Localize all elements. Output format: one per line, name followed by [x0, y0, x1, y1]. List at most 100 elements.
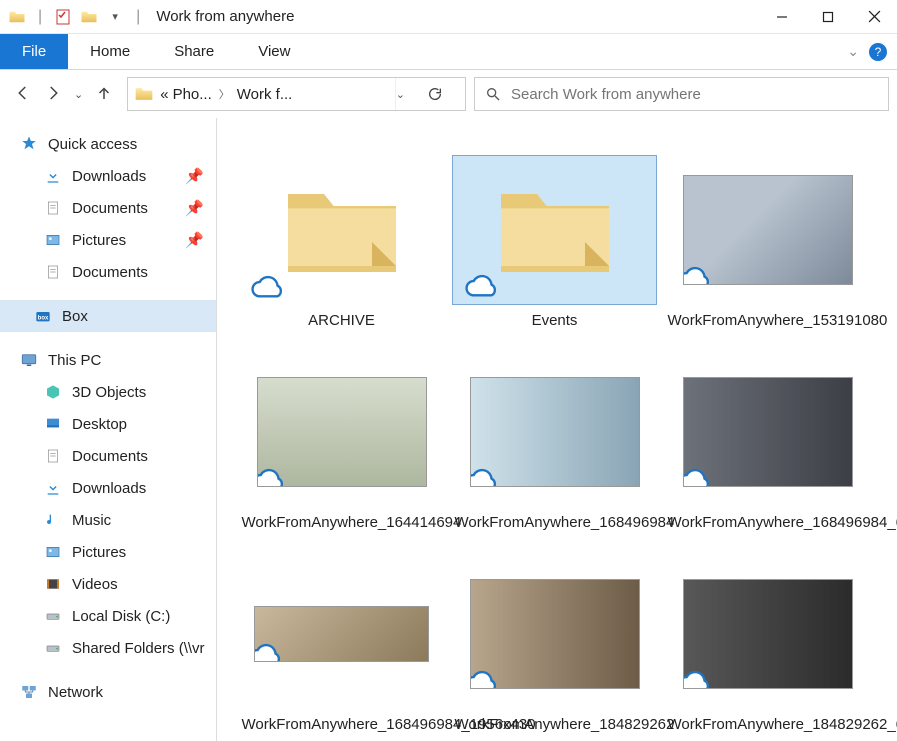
sidebar-item-label: Desktop [72, 416, 127, 433]
sidebar-item-label: Music [72, 512, 111, 529]
music-icon [44, 511, 62, 529]
folder-tile[interactable]: ARCHIVE [235, 132, 448, 334]
sidebar-item-downloads[interactable]: Downloads [0, 472, 216, 504]
maximize-button[interactable] [805, 0, 851, 34]
qat-customize-icon[interactable]: ▾ [104, 6, 126, 28]
cloud-overlay-icon [249, 275, 287, 301]
image-tile[interactable]: WorkFromAnywhere_164414694 [235, 334, 448, 536]
search-input[interactable] [511, 86, 878, 103]
image-tile[interactable]: WorkFromAnywhere_184829262_600x205 [661, 536, 874, 738]
thumbnail [665, 155, 870, 305]
sidebar-this-pc[interactable]: This PC [0, 344, 216, 376]
address-dropdown-icon[interactable]: ⌄ [396, 88, 405, 101]
cube-icon [44, 383, 62, 401]
tile-label: WorkFromAnywhere_168496984_1956x430 [242, 715, 442, 735]
cloud-overlay-icon [254, 643, 285, 662]
help-icon[interactable]: ? [869, 43, 887, 61]
thumbnail [239, 559, 444, 709]
sidebar-item-shared-folders[interactable]: Shared Folders (\\vr [0, 632, 216, 664]
svg-text:box: box [38, 315, 49, 321]
sidebar-item-downloads[interactable]: Downloads 📌 [0, 160, 216, 192]
sidebar-item-label: Downloads [72, 480, 146, 497]
sidebar-item-videos[interactable]: Videos [0, 568, 216, 600]
navigation-row: ⌄ « Pho... 〉 Work f... ⌄ [0, 70, 897, 118]
image-tile[interactable]: WorkFromAnywhere_168496984_1956x430 [235, 536, 448, 738]
network-drive-icon [44, 639, 62, 657]
qat-properties-icon[interactable] [52, 6, 74, 28]
tile-label: WorkFromAnywhere_184829262_600x205 [668, 715, 868, 735]
qat-new-folder-icon[interactable] [78, 6, 100, 28]
sidebar-quick-access[interactable]: Quick access [0, 128, 216, 160]
thumbnail [452, 357, 657, 507]
tile-label: ARCHIVE [308, 311, 375, 331]
sidebar-item-3d-objects[interactable]: 3D Objects [0, 376, 216, 408]
sidebar-item-label: Downloads [72, 168, 146, 185]
recent-locations-button[interactable]: ⌄ [74, 88, 83, 101]
cloud-overlay-icon [683, 468, 714, 487]
image-tile[interactable]: WorkFromAnywhere_168496984_600x205 [661, 334, 874, 536]
sidebar-item-music[interactable]: Music [0, 504, 216, 536]
crumb-current[interactable]: Work f... [237, 86, 293, 103]
crumb-overflow[interactable]: « [160, 86, 168, 103]
tab-home[interactable]: Home [68, 43, 152, 60]
image-tile[interactable]: WorkFromAnywhere_153191080 [661, 132, 874, 334]
image-tile[interactable]: WorkFromAnywhere_184829262 [448, 536, 661, 738]
window-controls [759, 0, 897, 34]
image-tile[interactable]: WorkFromAnywhere_168496984 [448, 334, 661, 536]
address-bar[interactable]: « Pho... 〉 Work f... ⌄ [127, 77, 466, 111]
sidebar-item-pictures[interactable]: Pictures 📌 [0, 224, 216, 256]
image-thumbnail [254, 606, 429, 662]
refresh-button[interactable] [415, 86, 455, 102]
sidebar-item-documents[interactable]: Documents 📌 [0, 192, 216, 224]
tile-label: WorkFromAnywhere_153191080 [668, 311, 868, 331]
title-bar: | ▾ | Work from anywhere [0, 0, 897, 34]
tile-label: WorkFromAnywhere_168496984_600x205 [668, 513, 868, 533]
chevron-right-icon[interactable]: 〉 [216, 86, 233, 102]
sidebar-item-label: Documents [72, 200, 148, 217]
sidebar-item-box[interactable]: box Box [0, 300, 216, 332]
box-icon: box [34, 307, 52, 325]
file-tab[interactable]: File [0, 34, 68, 69]
thumbnail [239, 155, 444, 305]
search-icon [485, 86, 501, 102]
cloud-overlay-icon [470, 468, 501, 487]
document-icon [44, 199, 62, 217]
back-button[interactable] [14, 84, 32, 105]
sidebar-item-documents[interactable]: Documents [0, 440, 216, 472]
sidebar-item-local-disk[interactable]: Local Disk (C:) [0, 600, 216, 632]
cloud-overlay-icon [683, 266, 714, 285]
folder-tile[interactable]: Events [448, 132, 661, 334]
tab-view[interactable]: View [236, 43, 312, 60]
nav-buttons: ⌄ [8, 84, 119, 105]
image-thumbnail [683, 377, 853, 487]
picture-icon [44, 231, 62, 249]
sidebar-item-label: Pictures [72, 544, 126, 561]
sidebar-item-pictures[interactable]: Pictures [0, 536, 216, 568]
pin-icon: 📌 [185, 199, 204, 217]
breadcrumbs: « Pho... 〉 Work f... [160, 86, 389, 103]
ribbon: File Home Share View ⌄ ? [0, 34, 897, 70]
main-area: Quick access Downloads 📌 Documents 📌 Pic… [0, 118, 897, 741]
tab-share[interactable]: Share [152, 43, 236, 60]
crumb[interactable]: Pho... [173, 86, 212, 103]
network-icon [20, 683, 38, 701]
separator: | [136, 8, 140, 26]
search-bar[interactable] [474, 77, 889, 111]
image-thumbnail [683, 175, 853, 285]
up-button[interactable] [95, 84, 113, 105]
desktop-icon [44, 415, 62, 433]
tile-label: WorkFromAnywhere_184829262 [455, 715, 655, 735]
sidebar-item-documents[interactable]: Documents [0, 256, 216, 288]
close-button[interactable] [851, 0, 897, 34]
content-grid[interactable]: ARCHIVE Events WorkFromAnywhere_153191080 W… [217, 118, 897, 741]
tile-label: Events [532, 311, 578, 331]
image-thumbnail [683, 579, 853, 689]
sidebar-item-label: Network [48, 684, 103, 701]
forward-button[interactable] [44, 84, 62, 105]
minimize-button[interactable] [759, 0, 805, 34]
download-icon [44, 167, 62, 185]
collapse-ribbon-icon[interactable]: ⌄ [847, 43, 859, 60]
sidebar-network[interactable]: Network [0, 676, 216, 708]
sidebar-item-desktop[interactable]: Desktop [0, 408, 216, 440]
separator: | [38, 8, 42, 26]
